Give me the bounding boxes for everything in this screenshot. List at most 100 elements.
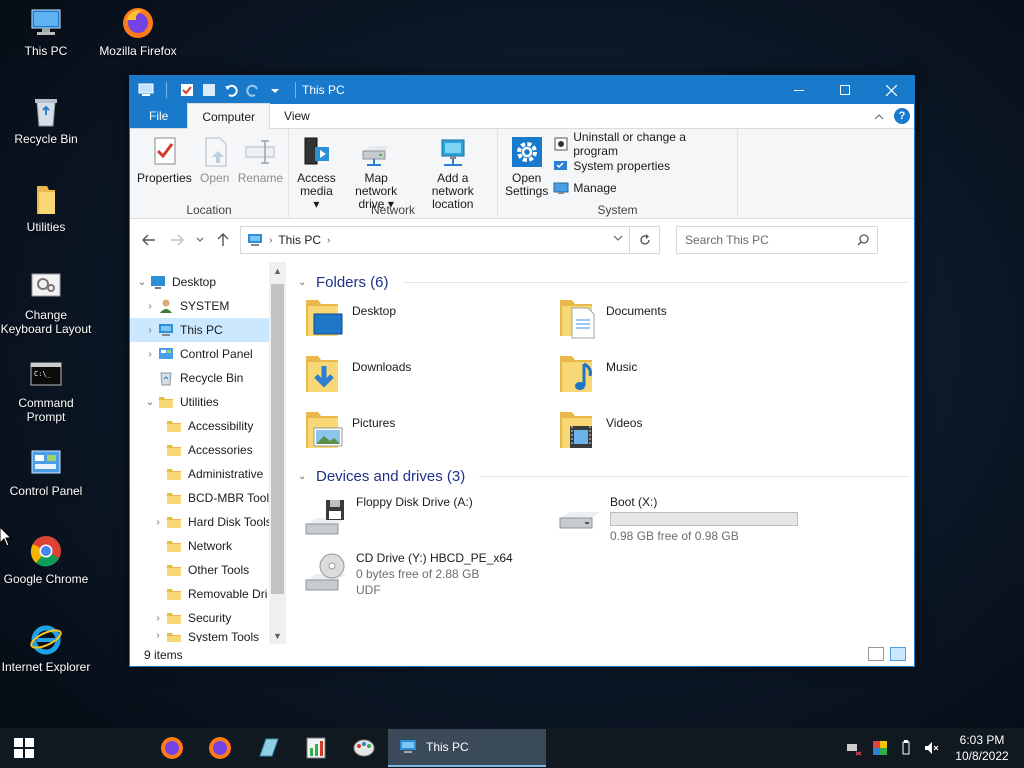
chevron-down-icon[interactable]: ⌄ bbox=[298, 471, 308, 482]
tab-computer[interactable]: Computer bbox=[187, 103, 271, 129]
tree-item-accessibility[interactable]: Accessibility bbox=[130, 414, 286, 438]
taskbar-task-manager[interactable] bbox=[292, 728, 340, 768]
back-button[interactable] bbox=[138, 229, 160, 251]
tree-label: Other Tools bbox=[188, 563, 250, 577]
desktop-icon-google-chrome[interactable]: Google Chrome bbox=[0, 534, 92, 586]
taskbar-paint[interactable] bbox=[340, 728, 388, 768]
desktop-icon-utilities[interactable]: Utilities bbox=[0, 182, 92, 234]
scroll-down-icon[interactable]: ▼ bbox=[269, 627, 286, 644]
folder-music[interactable]: Music bbox=[558, 352, 812, 402]
folders-section-header[interactable]: ⌄ Folders (6) bbox=[298, 270, 908, 294]
tree-item-removable-drive[interactable]: Removable Dri bbox=[130, 582, 286, 606]
tree-item-hard-disk-tools[interactable]: › Hard Disk Tools bbox=[130, 510, 286, 534]
chevron-right-icon[interactable]: › bbox=[150, 630, 166, 641]
tree-label: SYSTEM bbox=[180, 299, 230, 313]
maximize-button[interactable] bbox=[822, 76, 868, 104]
usb-device-icon[interactable] bbox=[898, 740, 914, 756]
desktop-icon-change-keyboard-layout[interactable]: Change Keyboard Layout bbox=[0, 270, 92, 336]
desktop-icon-firefox[interactable]: Mozilla Firefox bbox=[92, 6, 184, 58]
folders-grid: Desktop Documents Downloads Music Pictur… bbox=[298, 294, 908, 464]
refresh-icon[interactable] bbox=[629, 227, 659, 253]
desktop-icon-command-prompt[interactable]: C:\_ Command Prompt bbox=[0, 358, 92, 424]
breadcrumb-chevron-icon[interactable]: › bbox=[327, 235, 330, 246]
tree-item-network[interactable]: Network bbox=[130, 534, 286, 558]
tab-file[interactable]: File bbox=[130, 103, 188, 128]
folder-name: Documents bbox=[606, 304, 667, 318]
up-button[interactable] bbox=[212, 229, 234, 251]
chevron-right-icon[interactable]: › bbox=[150, 613, 166, 624]
navigation-scrollbar[interactable]: ▲ ▼ bbox=[269, 262, 286, 644]
taskbar-firefox-2[interactable] bbox=[196, 728, 244, 768]
desktop-icon-internet-explorer[interactable]: Internet Explorer bbox=[0, 622, 92, 674]
large-icons-view-icon[interactable] bbox=[890, 647, 906, 661]
desktop-icon-control-panel[interactable]: Control Panel bbox=[0, 446, 92, 498]
address-dropdown-chevron-icon[interactable] bbox=[613, 233, 623, 244]
title-separator bbox=[295, 82, 296, 98]
uninstall-program-button[interactable]: Uninstall or change a program bbox=[553, 130, 733, 158]
tree-item-other-tools[interactable]: Other Tools bbox=[130, 558, 286, 582]
title-bar[interactable]: This PC bbox=[130, 76, 914, 104]
chevron-right-icon[interactable]: › bbox=[150, 517, 166, 528]
tree-item-control-panel[interactable]: › Control Panel bbox=[130, 342, 286, 366]
recent-locations-chevron-icon[interactable] bbox=[194, 229, 206, 251]
breadcrumb-this-pc[interactable]: This PC bbox=[278, 233, 321, 247]
folder-downloads[interactable]: Downloads bbox=[304, 352, 558, 402]
folder-documents[interactable]: Documents bbox=[558, 296, 812, 346]
display-color-icon[interactable] bbox=[872, 740, 888, 756]
forward-button[interactable] bbox=[166, 229, 188, 251]
tree-item-administrative[interactable]: Administrative bbox=[130, 462, 286, 486]
tree-item-bcd-mbr-tool[interactable]: BCD-MBR Tool bbox=[130, 486, 286, 510]
tree-item-desktop[interactable]: ⌄ Desktop bbox=[130, 270, 286, 294]
taskbar-notepad[interactable] bbox=[244, 728, 292, 768]
chevron-down-icon[interactable]: ⌄ bbox=[298, 277, 308, 288]
manage-button[interactable]: Manage bbox=[553, 179, 733, 197]
scroll-up-icon[interactable]: ▲ bbox=[269, 262, 286, 279]
chevron-down-icon[interactable]: ⌄ bbox=[142, 397, 158, 408]
tree-item-recycle-bin[interactable]: Recycle Bin bbox=[130, 366, 286, 390]
folder-pictures[interactable]: Pictures bbox=[304, 408, 558, 458]
search-input[interactable]: Search This PC bbox=[676, 226, 878, 254]
tree-item-utilities[interactable]: ⌄ Utilities bbox=[130, 390, 286, 414]
system-properties-button[interactable]: System properties bbox=[553, 157, 733, 175]
desktop-icon-recycle-bin[interactable]: Recycle Bin bbox=[0, 94, 92, 146]
network-icon[interactable] bbox=[846, 740, 862, 756]
tree-item-this-pc[interactable]: › This PC bbox=[130, 318, 286, 342]
close-button[interactable] bbox=[868, 76, 914, 104]
scrollbar-thumb[interactable] bbox=[271, 284, 284, 594]
address-bar[interactable]: › This PC › bbox=[240, 226, 660, 254]
collapse-ribbon-icon[interactable] bbox=[874, 109, 884, 123]
volume-muted-icon[interactable] bbox=[924, 740, 940, 756]
properties-icon[interactable] bbox=[179, 82, 195, 98]
details-view-icon[interactable] bbox=[868, 647, 884, 661]
hard-drive-icon bbox=[559, 512, 600, 529]
chevron-down-icon[interactable]: ⌄ bbox=[134, 277, 150, 288]
customize-toolbar-chevron-icon[interactable] bbox=[267, 82, 283, 98]
taskbar-firefox[interactable] bbox=[148, 728, 196, 768]
clock[interactable]: 6:03 PM 10/8/2022 bbox=[950, 732, 1014, 764]
taskbar-explorer-this-pc[interactable]: This PC bbox=[388, 729, 546, 767]
help-icon[interactable]: ? bbox=[894, 108, 910, 124]
devices-section-header[interactable]: ⌄ Devices and drives (3) bbox=[298, 464, 908, 488]
drive-cd[interactable]: CD Drive (Y:) HBCD_PE_x64 0 bytes free o… bbox=[304, 548, 558, 604]
tree-item-system[interactable]: › SYSTEM bbox=[130, 294, 286, 318]
folder-videos[interactable]: Videos bbox=[558, 408, 812, 458]
undo-icon[interactable] bbox=[223, 82, 239, 98]
tree-item-security[interactable]: › Security bbox=[130, 606, 286, 630]
chevron-right-icon[interactable]: › bbox=[142, 349, 158, 360]
drive-boot[interactable]: Boot (X:) 0.98 GB free of 0.98 GB bbox=[558, 492, 812, 544]
chevron-right-icon[interactable]: › bbox=[142, 301, 158, 312]
drive-floppy[interactable]: Floppy Disk Drive (A:) bbox=[304, 492, 558, 544]
chevron-right-icon[interactable]: › bbox=[142, 325, 158, 336]
tree-item-system-tools[interactable]: › System Tools bbox=[130, 630, 286, 642]
music-folder-icon bbox=[560, 356, 592, 392]
minimize-button[interactable] bbox=[776, 76, 822, 104]
start-button[interactable] bbox=[0, 728, 48, 768]
desktop-icon-this-pc[interactable]: This PC bbox=[0, 6, 92, 58]
breadcrumb-chevron-icon[interactable]: › bbox=[269, 235, 272, 246]
folder-desktop[interactable]: Desktop bbox=[304, 296, 558, 346]
clock-date: 10/8/2022 bbox=[955, 749, 1009, 763]
tab-view[interactable]: View bbox=[270, 103, 324, 128]
redo-icon[interactable] bbox=[245, 82, 261, 98]
new-folder-icon[interactable] bbox=[201, 82, 217, 98]
tree-item-accessories[interactable]: Accessories bbox=[130, 438, 286, 462]
